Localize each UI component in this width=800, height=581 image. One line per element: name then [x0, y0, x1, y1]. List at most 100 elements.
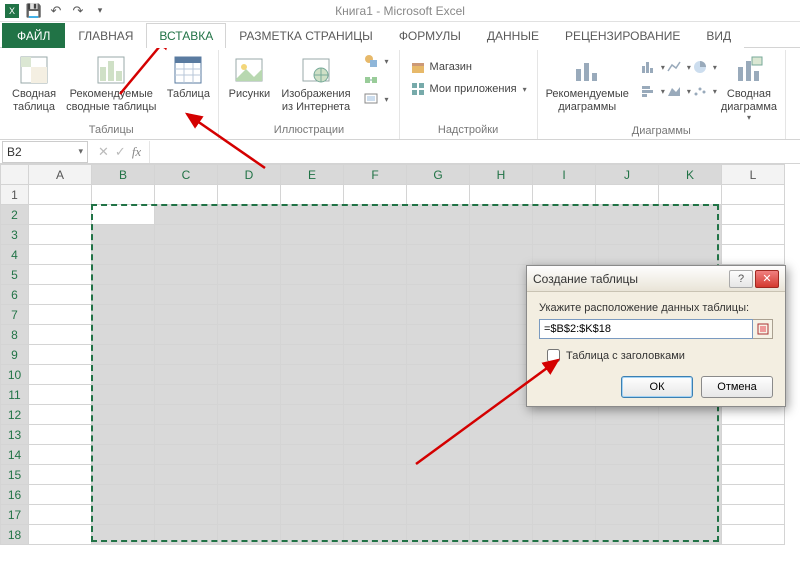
cell[interactable] [92, 485, 155, 505]
col-header[interactable]: I [533, 165, 596, 185]
online-pictures-button[interactable]: Изображения из Интернета [279, 52, 352, 115]
cell[interactable] [596, 405, 659, 425]
cell[interactable] [218, 365, 281, 385]
smartart-button[interactable] [359, 71, 393, 89]
row-header[interactable]: 11 [1, 385, 29, 405]
cell[interactable] [344, 465, 407, 485]
cell[interactable] [722, 485, 785, 505]
cell[interactable] [596, 205, 659, 225]
cell[interactable] [281, 425, 344, 445]
pivot-table-button[interactable]: Сводная таблица [10, 52, 58, 115]
cell[interactable] [218, 265, 281, 285]
cell[interactable] [92, 365, 155, 385]
cell[interactable] [407, 485, 470, 505]
cell[interactable] [155, 525, 218, 545]
cell[interactable] [281, 285, 344, 305]
tab-insert[interactable]: ВСТАВКА [146, 23, 226, 48]
cell[interactable] [659, 425, 722, 445]
cell[interactable] [155, 205, 218, 225]
cell[interactable] [470, 285, 533, 305]
cell[interactable] [218, 285, 281, 305]
cell[interactable] [407, 305, 470, 325]
cell[interactable] [218, 405, 281, 425]
cell[interactable] [407, 185, 470, 205]
row-header[interactable]: 18 [1, 525, 29, 545]
chart-bar-button[interactable]: ▾ [637, 80, 661, 102]
cell[interactable] [722, 425, 785, 445]
cell[interactable] [155, 365, 218, 385]
cell[interactable] [218, 305, 281, 325]
col-header[interactable]: E [281, 165, 344, 185]
cell[interactable] [407, 265, 470, 285]
screenshot-button[interactable]: ▾ [359, 90, 393, 108]
row-header[interactable]: 16 [1, 485, 29, 505]
col-header[interactable]: K [659, 165, 722, 185]
enter-formula-icon[interactable]: ✓ [115, 144, 126, 160]
chart-line-button[interactable]: ▾ [663, 56, 687, 78]
cell[interactable] [92, 525, 155, 545]
cell[interactable] [470, 525, 533, 545]
cell[interactable] [470, 245, 533, 265]
cell[interactable] [218, 525, 281, 545]
chart-column-button[interactable]: ▾ [637, 56, 661, 78]
cell[interactable] [281, 345, 344, 365]
formula-input[interactable] [149, 141, 800, 163]
cell[interactable] [281, 185, 344, 205]
undo-icon[interactable]: ↶ [48, 3, 64, 19]
cell[interactable] [155, 445, 218, 465]
cell[interactable] [344, 265, 407, 285]
cell[interactable] [344, 445, 407, 465]
cell[interactable] [722, 525, 785, 545]
recommended-pivot-button[interactable]: Рекомендуемые сводные таблицы [64, 52, 158, 115]
cell[interactable] [596, 245, 659, 265]
recommended-charts-button[interactable]: Рекомендуемые диаграммы [544, 52, 631, 115]
cell[interactable] [470, 485, 533, 505]
col-header[interactable]: F [344, 165, 407, 185]
table-button[interactable]: Таблица [164, 52, 212, 103]
redo-icon[interactable]: ↷ [70, 3, 86, 19]
select-all-cell[interactable] [1, 165, 29, 185]
qat-dropdown-icon[interactable]: ▾ [92, 3, 108, 19]
cell[interactable] [29, 365, 92, 385]
cell[interactable] [344, 425, 407, 445]
cell[interactable] [218, 465, 281, 485]
dialog-help-button[interactable]: ? [729, 270, 753, 288]
shapes-button[interactable]: ▾ [359, 52, 393, 70]
cell[interactable] [533, 525, 596, 545]
cell[interactable] [470, 325, 533, 345]
cell[interactable] [659, 505, 722, 525]
name-box[interactable]: B2 ▾ [2, 141, 88, 163]
col-header[interactable]: C [155, 165, 218, 185]
cell[interactable] [29, 505, 92, 525]
cell[interactable] [470, 405, 533, 425]
cell[interactable] [344, 345, 407, 365]
cell[interactable] [533, 425, 596, 445]
cell[interactable] [281, 485, 344, 505]
cell[interactable] [155, 245, 218, 265]
row-header[interactable]: 2 [1, 205, 29, 225]
cell[interactable] [596, 485, 659, 505]
cell[interactable] [659, 225, 722, 245]
cell[interactable] [596, 525, 659, 545]
cell[interactable] [407, 445, 470, 465]
cell[interactable] [344, 325, 407, 345]
cell[interactable] [596, 445, 659, 465]
cell[interactable] [344, 505, 407, 525]
chart-pie-button[interactable]: ▾ [689, 56, 713, 78]
cell[interactable] [470, 205, 533, 225]
cell[interactable] [218, 325, 281, 345]
range-input[interactable] [539, 319, 753, 339]
tab-view[interactable]: ВИД [693, 23, 744, 48]
row-header[interactable]: 6 [1, 285, 29, 305]
chart-area-button[interactable]: ▾ [663, 80, 687, 102]
cell[interactable] [407, 505, 470, 525]
pictures-button[interactable]: Рисунки [225, 52, 273, 103]
cell[interactable] [407, 525, 470, 545]
cell[interactable] [155, 325, 218, 345]
cell[interactable] [407, 345, 470, 365]
cell[interactable] [155, 485, 218, 505]
cell[interactable] [155, 465, 218, 485]
tab-formulas[interactable]: ФОРМУЛЫ [386, 23, 474, 48]
cell[interactable] [596, 465, 659, 485]
cell[interactable] [92, 445, 155, 465]
